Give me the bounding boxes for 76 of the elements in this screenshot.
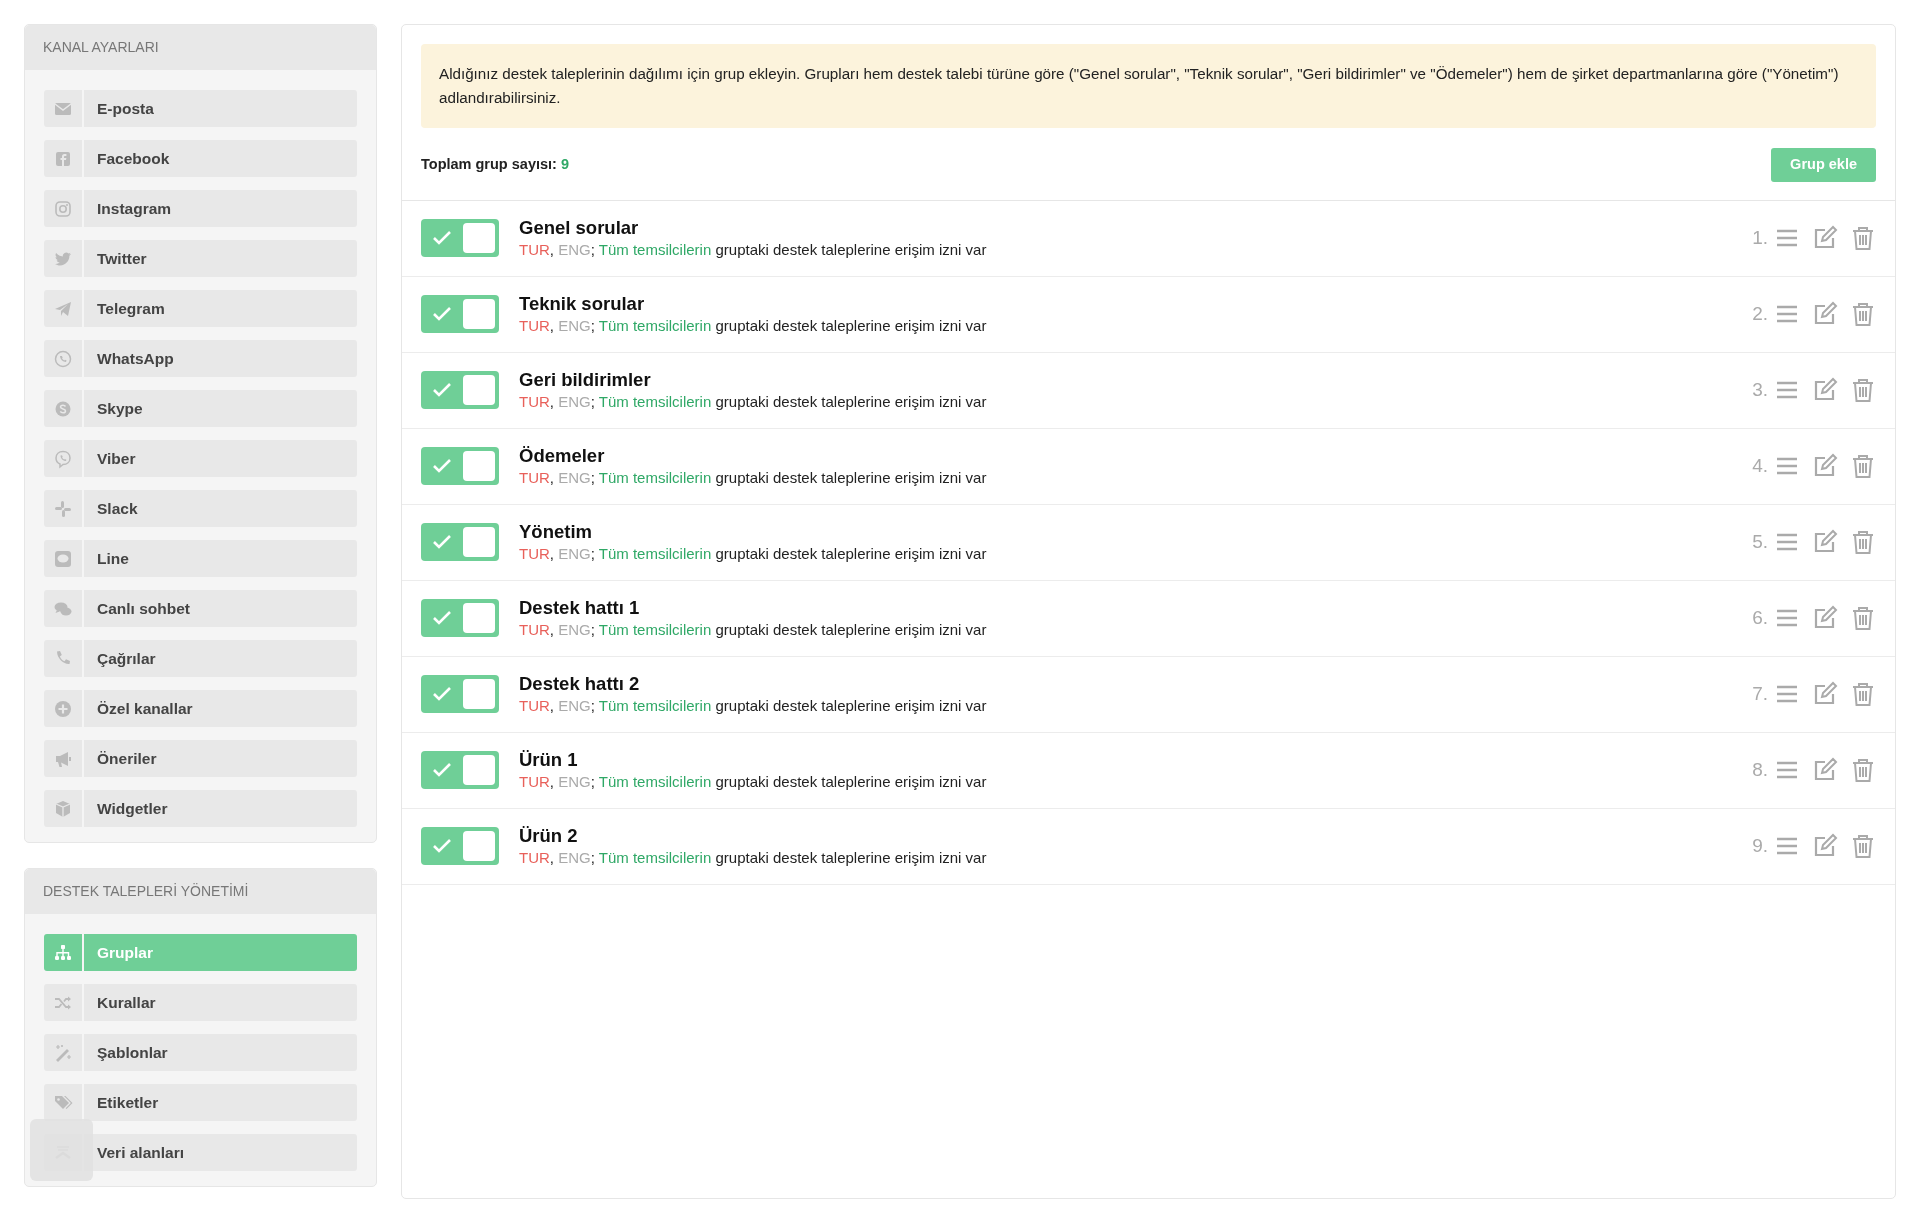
sidebar-item[interactable]: Slack — [44, 490, 357, 527]
sidebar-item[interactable]: Etiketler — [44, 1084, 357, 1121]
camera-outline-icon — [53, 198, 73, 219]
group-name: Ürün 2 — [519, 824, 579, 849]
group-name: Geri bildirimler — [519, 368, 652, 393]
sidebar-item[interactable]: Çağrılar — [44, 640, 357, 677]
group-description: TUR, ENG; Tüm temsilcilerin gruptaki destek taleplerine erişim izni var — [519, 848, 988, 869]
sidebar-item[interactable]: Öneriler — [44, 740, 357, 777]
group-name: Ürün 1 — [519, 748, 579, 773]
group-description: TUR, ENG; Tüm temsilcilerin gruptaki destek taleplerine erişim izni var — [519, 316, 988, 337]
group-description: TUR, ENG; Tüm temsilcilerin gruptaki destek taleplerine erişim izni var — [519, 696, 988, 717]
group-description: TUR, ENG; Tüm temsilcilerin gruptaki destek taleplerine erişim izni var — [519, 240, 988, 261]
group-number: 7. — [1752, 682, 1768, 706]
sidebar-item[interactable]: Instagram — [44, 190, 357, 227]
sidebar-item[interactable]: Telegram — [44, 290, 357, 327]
sidebar-item[interactable]: Özel kanallar — [44, 690, 357, 727]
toggle-switch[interactable] — [421, 523, 499, 562]
trash-icon[interactable] — [1850, 757, 1876, 784]
group-number: 6. — [1752, 606, 1768, 630]
sidebar-item[interactable]: Şablonlar — [44, 1034, 357, 1071]
toggle-switch[interactable] — [421, 599, 499, 638]
trash-icon[interactable] — [1850, 529, 1876, 556]
group-description: TUR, ENG; Tüm temsilcilerin gruptaki destek taleplerine erişim izni var — [519, 468, 988, 489]
group-description: TUR, ENG; Tüm temsilcilerin gruptaki destek taleplerine erişim izni var — [519, 544, 988, 565]
group-name: Destek hattı 2 — [519, 672, 641, 697]
group-number: 9. — [1752, 834, 1768, 858]
group-name: Teknik sorular — [519, 292, 646, 317]
cube-icon — [53, 798, 73, 819]
trash-icon[interactable] — [1850, 377, 1876, 404]
group-number: 8. — [1752, 758, 1768, 782]
group-description: TUR, ENG; Tüm temsilcilerin gruptaki destek taleplerine erişim izni var — [519, 392, 988, 413]
toggle-switch[interactable] — [421, 827, 499, 866]
plus-circle-icon — [53, 698, 73, 719]
sidebar-item[interactable]: Skype — [44, 390, 357, 427]
group-name: Yönetim — [519, 520, 593, 545]
trash-icon[interactable] — [1850, 453, 1876, 480]
toggle-switch[interactable] — [421, 675, 499, 714]
toggle-switch[interactable] — [421, 295, 499, 334]
group-number: 1. — [1752, 226, 1768, 250]
group-number: 2. — [1752, 302, 1768, 326]
toggle-switch[interactable] — [421, 371, 499, 410]
group-number: 3. — [1752, 378, 1768, 402]
group-name: Destek hattı 1 — [519, 596, 641, 621]
group-number: 5. — [1752, 530, 1768, 554]
sidebar-item[interactable]: Widgetler — [44, 790, 357, 827]
phone-bubble-icon — [53, 348, 73, 369]
section-title: DESTEK TALEPLERİ YÖNETİMİ — [25, 869, 376, 914]
sidebar-item[interactable]: Twitter — [44, 240, 357, 277]
magic-wand-icon — [53, 1042, 73, 1063]
toggle-switch[interactable] — [421, 447, 499, 486]
group-description: TUR, ENG; Tüm temsilcilerin gruptaki destek taleplerine erişim izni var — [519, 620, 988, 641]
sidebar-item[interactable]: WhatsApp — [44, 340, 357, 377]
sidebar-item[interactable]: Line — [44, 540, 357, 577]
group-description: TUR, ENG; Tüm temsilcilerin gruptaki destek taleplerine erişim izni var — [519, 772, 988, 793]
toggle-switch[interactable] — [421, 219, 499, 258]
sidebar-item[interactable]: Kurallar — [44, 984, 357, 1021]
sidebar-item[interactable]: Canlı sohbet — [44, 590, 357, 627]
trash-icon[interactable] — [1850, 301, 1876, 328]
trash-icon[interactable] — [1850, 681, 1876, 708]
group-name: Ödemeler — [519, 444, 606, 469]
sidebar-item[interactable]: E-posta — [44, 90, 357, 127]
hash-dots-icon — [53, 498, 73, 519]
group-number: 4. — [1752, 454, 1768, 478]
trash-icon[interactable] — [1850, 833, 1876, 860]
speech-bubble-icon — [53, 548, 73, 569]
trash-icon[interactable] — [1850, 605, 1876, 632]
phone-bubble-icon — [53, 448, 73, 469]
info-message: Aldığınız destek taleplerinin dağılımı için grup ekleyin. Grupları hem destek talebi türüne göre ("Genel sorular", "Teknik sorular", "Geri bildirimler" ve "Ödemeler") hem de şirket departmanlarına göre ("Yönetim") adlandırabilirsiniz. — [421, 44, 1876, 128]
total-groups-label: Toplam grup sayısı: 9 — [421, 155, 569, 174]
toggle-switch[interactable] — [421, 751, 499, 790]
section-title: KANAL AYARLARI — [25, 25, 376, 70]
group-name: Genel sorular — [519, 216, 640, 241]
sidebar-item[interactable]: Viber — [44, 440, 357, 477]
sidebar-item[interactable]: Facebook — [44, 140, 357, 177]
trash-icon[interactable] — [1850, 225, 1876, 252]
sitemap-icon — [53, 942, 73, 963]
